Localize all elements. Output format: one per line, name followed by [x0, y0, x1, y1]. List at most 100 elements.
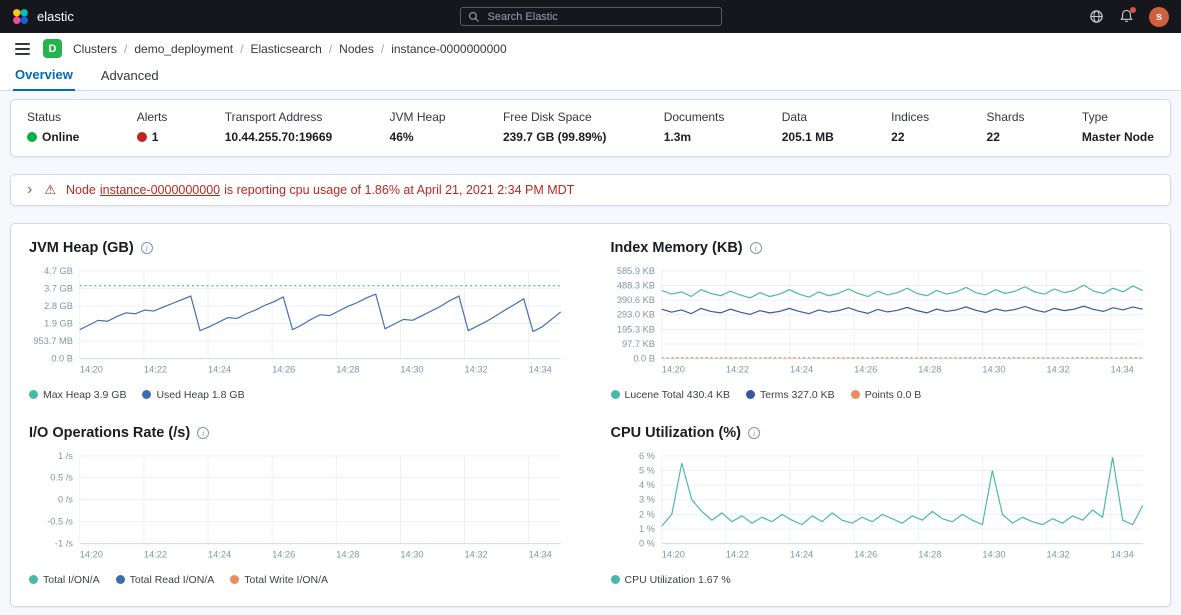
elastic-home-button[interactable]: elastic [12, 8, 74, 25]
top-bar: elastic s [0, 0, 1181, 33]
x-axis-label: 14:26 [854, 549, 877, 559]
info-icon[interactable]: i [750, 242, 762, 254]
x-axis-label: 14:22 [725, 549, 748, 559]
stat-label: Free Disk Space [503, 110, 606, 124]
menu-hamburger-icon[interactable] [13, 41, 32, 57]
alert-suffix: is reporting cpu usage of 1.86% at April… [224, 183, 574, 197]
tab-bar: Overview Advanced [0, 64, 1181, 91]
tab-advanced[interactable]: Advanced [99, 68, 161, 90]
x-axis-label: 14:26 [272, 364, 295, 374]
legend-label: Max Heap 3.9 GB [43, 389, 126, 401]
index-memory-plot: 0.0 B97.7 KB195.3 KB293.0 KB390.6 KB488.… [611, 264, 1153, 385]
legend-item[interactable]: Total I/ON/A [29, 574, 100, 586]
status-panel: Status Online Alerts 1 Transport Address… [10, 99, 1171, 157]
x-axis-label: 14:28 [918, 549, 941, 559]
legend-item[interactable]: Points 0.0 B [851, 389, 922, 401]
tab-overview[interactable]: Overview [13, 67, 75, 91]
cpu-utilization-plot: 0 %1 %2 %3 %4 %5 %6 %14:2014:2214:2414:2… [611, 449, 1153, 570]
stat-transport-address: Transport Address 10.44.255.70:19669 [225, 110, 332, 144]
globe-icon [1089, 9, 1104, 24]
legend-item[interactable]: Total Read I/ON/A [116, 574, 215, 586]
y-axis-label: 1 /s [58, 451, 73, 461]
y-axis-label: 293.0 KB [616, 310, 654, 320]
stat-jvm-heap: JVM Heap 46% [390, 110, 446, 144]
legend-item[interactable]: Max Heap 3.9 GB [29, 389, 126, 401]
info-icon[interactable]: i [141, 242, 153, 254]
legend-label: Total Write I/ON/A [244, 574, 328, 586]
io-operations-chart: I/O Operations Rate (/s) i -1 /s-0.5 /s0… [29, 425, 571, 586]
x-axis-label: 14:20 [661, 364, 684, 374]
x-axis-label: 14:28 [336, 364, 359, 374]
breadcrumb-instance: instance-0000000000 [391, 42, 506, 56]
stat-status: Status Online [27, 110, 79, 144]
deployment-badge[interactable]: D [43, 39, 62, 58]
breadcrumb-elasticsearch[interactable]: Elasticsearch [250, 42, 321, 56]
x-axis-label: 14:24 [208, 549, 231, 559]
y-axis-label: 488.3 KB [616, 280, 654, 290]
x-axis-label: 14:20 [661, 549, 684, 559]
series-used-heap [80, 294, 561, 331]
brand-text: elastic [37, 9, 74, 24]
y-axis-label: 5 % [638, 465, 654, 475]
warning-icon: ⚠ [44, 182, 56, 198]
global-search[interactable] [460, 7, 722, 26]
stat-value[interactable]: 1 [137, 130, 168, 144]
stat-value: Master Node [1082, 130, 1154, 144]
stat-label: Alerts [137, 110, 168, 124]
user-avatar[interactable]: s [1149, 7, 1169, 27]
info-icon[interactable]: i [748, 427, 760, 439]
x-axis-label: 14:26 [854, 364, 877, 374]
chevron-right-icon[interactable]: › [25, 182, 34, 198]
stat-alerts: Alerts 1 [137, 110, 168, 144]
stat-value: 46% [390, 130, 446, 144]
x-axis-label: 14:22 [144, 364, 167, 374]
stat-data: Data 205.1 MB [782, 110, 834, 144]
chart-legend: Lucene Total 430.4 KB Terms 327.0 KB Point… [611, 389, 1153, 401]
alert-message: Node instance-0000000000 is reporting cp… [66, 183, 574, 197]
legend-item[interactable]: CPU Utilization 1.67 % [611, 574, 731, 586]
stat-label: Data [782, 110, 834, 124]
x-axis-label: 14:34 [529, 549, 552, 559]
search-icon [468, 11, 480, 23]
charts-panel: JVM Heap (GB) i 0.0 B953.7 MB1.9 GB2.8 G… [10, 223, 1171, 607]
node-link[interactable]: instance-0000000000 [100, 183, 220, 197]
stat-value: 22 [987, 130, 1025, 144]
stat-type: Type Master Node [1082, 110, 1154, 144]
y-axis-label: 0.0 B [633, 354, 655, 364]
legend-item[interactable]: Total Write I/ON/A [230, 574, 328, 586]
info-icon[interactable]: i [197, 427, 209, 439]
legend-item[interactable]: Used Heap 1.8 GB [142, 389, 244, 401]
breadcrumb-clusters[interactable]: Clusters [73, 42, 117, 56]
y-axis-label: 4.7 GB [44, 266, 73, 276]
jvm-heap-chart: JVM Heap (GB) i 0.0 B953.7 MB1.9 GB2.8 G… [29, 240, 571, 401]
breadcrumb-nodes[interactable]: Nodes [339, 42, 374, 56]
y-axis-label: -1 /s [55, 539, 73, 549]
chart-legend: Max Heap 3.9 GB Used Heap 1.8 GB [29, 389, 571, 401]
legend-label: Points 0.0 B [865, 389, 922, 401]
notifications-button[interactable] [1119, 9, 1134, 24]
chart-title: I/O Operations Rate (/s) [29, 425, 190, 441]
node-overview-page: Status Online Alerts 1 Transport Address… [0, 91, 1181, 615]
stat-value: Online [27, 130, 79, 144]
x-axis-label: 14:24 [790, 549, 813, 559]
x-axis-label: 14:30 [982, 364, 1005, 374]
avatar-initial: s [1156, 11, 1162, 23]
legend-dot [230, 575, 239, 584]
globe-button[interactable] [1089, 9, 1104, 24]
search-input[interactable] [486, 10, 714, 24]
y-axis-label: 2 % [638, 509, 654, 519]
breadcrumb: Clusters / demo_deployment / Elasticsear… [73, 42, 507, 56]
chart-legend: Total I/ON/A Total Read I/ON/A Total Write… [29, 574, 571, 586]
legend-label: Lucene Total 430.4 KB [625, 389, 730, 401]
series-cpu-utilization [661, 457, 1142, 526]
legend-item[interactable]: Lucene Total 430.4 KB [611, 389, 730, 401]
x-axis-label: 14:32 [465, 549, 488, 559]
legend-item[interactable]: Terms 327.0 KB [746, 389, 835, 401]
x-axis-label: 14:32 [1046, 549, 1069, 559]
breadcrumb-deployment[interactable]: demo_deployment [134, 42, 233, 56]
x-axis-label: 14:20 [80, 549, 103, 559]
y-axis-label: 0 % [638, 539, 654, 549]
legend-dot [142, 390, 151, 399]
x-axis-label: 14:24 [208, 364, 231, 374]
stat-documents: Documents 1.3m [664, 110, 725, 144]
